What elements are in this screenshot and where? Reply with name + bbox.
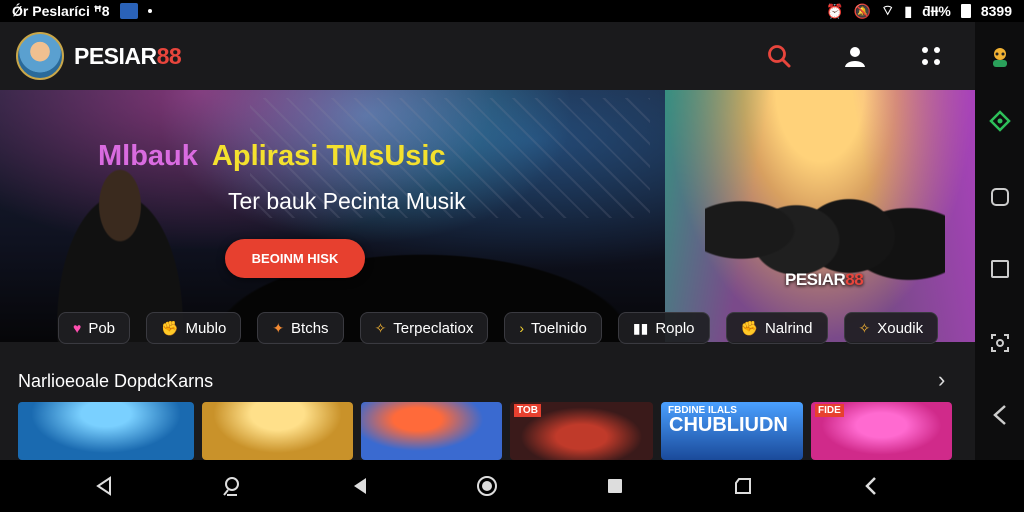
genre-chip[interactable]: ✊ Nalrind [725, 312, 828, 344]
genre-chip[interactable]: ✧ Xoudik [843, 312, 939, 344]
wifi-icon: ⌔ [881, 2, 895, 18]
genre-chip-label: Toelnido [531, 319, 587, 337]
section-title: Narlioeoale DopdcKarns [18, 371, 214, 391]
square-icon[interactable] [985, 254, 1015, 284]
brand-logo: PESIAR88 [74, 42, 182, 70]
puzzle-icon: ✦ [272, 319, 285, 336]
genre-chip[interactable]: ✧ Terpeclatiox [359, 312, 489, 344]
music-card[interactable] [361, 402, 502, 460]
nav-corner [975, 460, 1024, 512]
genre-chip-label: Nalrind [764, 319, 813, 337]
hero-banner[interactable]: PESIAR88 Mlbauk Aplirasi TMsUsic Ter bauk… [0, 90, 975, 342]
play-back-icon[interactable] [346, 472, 374, 500]
band-logo-accent: 88 [845, 270, 864, 289]
band-logo: PESIAR88 [785, 270, 864, 290]
mute-icon: 🔕 [853, 2, 872, 19]
music-card[interactable] [202, 402, 353, 460]
card-badge: FIDE [815, 404, 844, 417]
genre-chip-label: Pob [88, 319, 116, 337]
card-row: TOB FBDINE ILALS CHUBLIUDN FIDE [18, 402, 952, 460]
square-icon[interactable] [985, 182, 1015, 212]
back-chevron-icon[interactable] [857, 472, 885, 500]
hero-title: Mlbauk Aplirasi TMsUsic [98, 140, 446, 173]
search-icon[interactable] [765, 42, 793, 70]
stop-square-icon[interactable] [601, 472, 629, 500]
app-notification-icon [119, 3, 138, 19]
battery-percent: ƌƗƗ% [922, 3, 951, 19]
user-icon[interactable] [841, 42, 869, 70]
screenshot-icon[interactable] [985, 328, 1015, 358]
cta-button[interactable]: BEOINM HISK [225, 239, 365, 278]
band-figures [705, 120, 945, 320]
hero-title-2: Aplirasi TMsUsic [211, 140, 446, 172]
back-triangle-icon[interactable] [90, 472, 118, 500]
sparkle-icon: ✧ [374, 319, 387, 336]
hand-icon: ✊ [740, 319, 758, 336]
hero-subtitle: Ter bauk Pecinta Musik [228, 188, 466, 214]
genre-chip-label: Terpeclatiox [393, 319, 474, 337]
status-bar: Ǿr Peslaríci ꟸ8 ⏰ 🔕 ⌔ ▮ ƌƗƗ% 8399 [0, 0, 1024, 22]
sparkle-icon: ✧ [858, 319, 871, 336]
concert-image [0, 90, 665, 342]
music-card[interactable]: TOB [510, 402, 653, 460]
music-card[interactable] [18, 402, 194, 460]
assistant-icon[interactable] [218, 472, 246, 500]
heart-icon: ♥ [73, 320, 82, 336]
location-icon[interactable] [985, 106, 1015, 136]
card-badge: TOB [514, 404, 541, 417]
music-card[interactable]: FIDE [811, 402, 952, 460]
hero-title-1: Mlbauk [98, 140, 198, 172]
genre-chip[interactable]: ✦ Btchs [257, 312, 344, 344]
genre-chip-label: Xoudik [877, 319, 924, 337]
app-window: PESIAR88 PESIAR88 Mlbauk Aplirasi TMsUsi… [0, 22, 975, 460]
genre-chip-label: Btchs [291, 319, 329, 337]
bottom-nav [0, 460, 975, 512]
chevron-right-icon[interactable]: › [938, 367, 945, 393]
genre-chip[interactable]: ▮▮ Roplo [617, 312, 710, 344]
home-circle-icon[interactable] [473, 472, 501, 500]
genre-chip[interactable]: › Toelnido [504, 312, 602, 344]
band-image: PESIAR88 [665, 90, 975, 342]
side-nav [975, 22, 1024, 460]
genre-chip-label: Mublo [185, 319, 227, 337]
band-logo-main: PESIAR [785, 270, 846, 289]
shape-icon[interactable] [729, 472, 757, 500]
brand-accent: 88 [156, 42, 182, 69]
genre-chip-label: Roplo [655, 319, 695, 337]
alarm-icon: ⏰ [826, 2, 844, 19]
card-title: CHUBLIUDN [669, 414, 788, 436]
grid-icon[interactable] [917, 42, 945, 70]
brand-main: PESIAR [74, 42, 157, 69]
bars-icon: ▮▮ [632, 319, 649, 336]
music-card[interactable]: FBDINE ILALS CHUBLIUDN [661, 402, 803, 460]
top-bar: PESIAR88 [0, 22, 975, 90]
genre-chip[interactable]: ♥ Pob [58, 312, 131, 344]
clock: 8399 [980, 3, 1012, 19]
hand-icon: ✊ [161, 319, 179, 336]
signal-icon: ▮ [904, 2, 913, 19]
battery-icon [960, 4, 971, 18]
avatar[interactable] [16, 32, 64, 80]
genre-chip[interactable]: ✊ Mublo [146, 312, 242, 344]
notification-dot-icon [147, 9, 152, 13]
status-left-text: Ǿr Peslaríci ꟸ8 [12, 2, 110, 19]
back-chevron-icon[interactable] [985, 400, 1015, 430]
chevron-icon: › [519, 320, 525, 336]
genre-chips: ♥ Pob ✊ Mublo ✦ Btchs ✧ Terpeclatiox › Toelnido ▮▮… [58, 312, 939, 344]
profile-icon[interactable] [985, 42, 1015, 72]
